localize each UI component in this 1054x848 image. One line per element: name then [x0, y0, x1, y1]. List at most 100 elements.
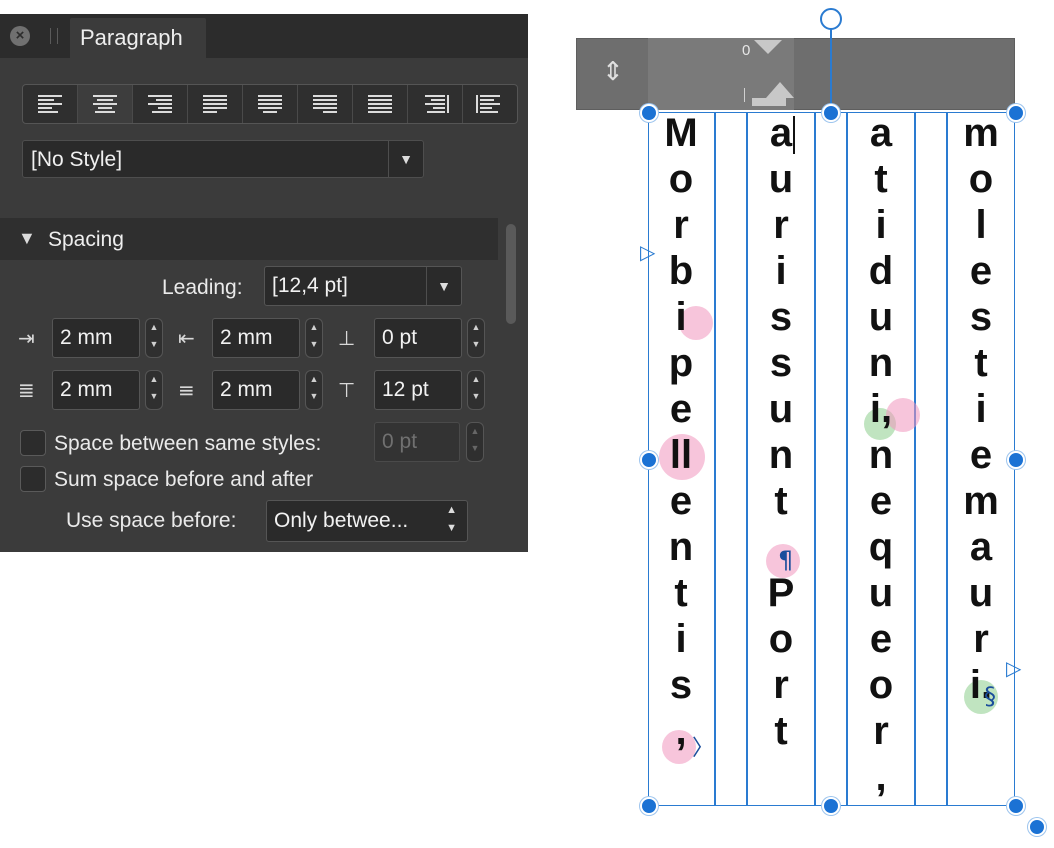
left-indent-stepper[interactable]: ▲ ▼ — [145, 318, 163, 358]
align-left-button[interactable] — [23, 85, 78, 123]
column-character: o — [768, 617, 794, 661]
column-character: d — [868, 249, 894, 293]
column-character: ll — [669, 433, 693, 477]
resize-vertical-icon[interactable]: ⇕ — [602, 56, 624, 87]
tab-paragraph[interactable]: Paragraph — [70, 18, 206, 58]
selection-handle-left[interactable] — [640, 451, 658, 469]
align-away-from-spine-icon — [476, 95, 504, 113]
panel-grip-icon[interactable] — [50, 28, 58, 44]
column-character: i, — [869, 387, 893, 431]
space-before-field[interactable]: 12 pt — [374, 370, 462, 410]
chevron-down-icon[interactable]: ▼ — [388, 141, 423, 177]
space-between-same-styles-checkbox[interactable] — [20, 430, 46, 456]
column-character: o — [968, 157, 994, 201]
column-character: q — [868, 525, 894, 569]
column-ruler[interactable] — [576, 38, 1015, 110]
align-away-from-spine-button[interactable] — [463, 85, 517, 123]
selection-handle-bottom-right[interactable] — [1007, 797, 1025, 815]
rotation-handle[interactable] — [820, 8, 842, 30]
right-indent-stepper[interactable]: ▲ ▼ — [305, 318, 323, 358]
justify-right-button[interactable] — [298, 85, 353, 123]
column-character: s — [769, 295, 793, 339]
selection-handle-top-right[interactable] — [1007, 104, 1025, 122]
left-indent-marker[interactable] — [766, 82, 794, 98]
close-icon[interactable]: × — [10, 26, 30, 46]
column-character: e — [669, 479, 693, 523]
disclosure-triangle-icon[interactable]: ▼ — [18, 228, 36, 249]
space-between-same-styles-field[interactable]: 0 pt — [374, 422, 460, 462]
space-after-stepper[interactable]: ▲ ▼ — [467, 318, 485, 358]
column-character: i — [675, 295, 687, 339]
column-character: b — [668, 249, 694, 293]
column-character: a — [769, 111, 793, 155]
first-indent-marker[interactable] — [754, 40, 782, 54]
column-character: r — [673, 203, 689, 247]
text-cursor — [793, 116, 795, 154]
space-between-same-styles-stepper[interactable]: ▲ ▼ — [466, 422, 484, 462]
justify-center-button[interactable] — [243, 85, 298, 123]
use-space-before-dropdown[interactable]: Only betwee... ▲ ▼ — [266, 500, 468, 542]
paragraph-style-dropdown[interactable]: [No Style] ▼ — [22, 140, 424, 178]
justify-left-icon — [203, 95, 227, 113]
text-column-3: a t i d u n i, n e q u e o r, — [848, 110, 914, 800]
first-line-indent-icon: ≣ — [18, 378, 35, 402]
tab-stop-marker[interactable] — [752, 98, 786, 106]
column-character: a — [869, 111, 893, 155]
sum-space-checkbox[interactable] — [20, 466, 46, 492]
section-sign-icon: § — [984, 682, 996, 710]
text-flow-in-icon[interactable]: ▷ — [640, 240, 655, 264]
selection-handle-right[interactable] — [1007, 451, 1025, 469]
left-indent-field[interactable]: 2 mm — [52, 318, 140, 358]
justify-all-button[interactable] — [353, 85, 408, 123]
column-character: n — [668, 525, 694, 569]
column-character: i — [975, 387, 987, 431]
pilcrow-icon: ¶ — [778, 546, 794, 574]
leading-dropdown[interactable]: [12,4 pt] ▼ — [264, 266, 462, 306]
column-guide — [714, 112, 716, 806]
first-line-indent-field[interactable]: 2 mm — [52, 370, 140, 410]
column-character: p — [668, 341, 694, 385]
column-character: m — [963, 111, 999, 155]
align-center-button[interactable] — [78, 85, 133, 123]
right-indent-field[interactable]: 2 mm — [212, 318, 300, 358]
column-character: r — [773, 663, 789, 707]
justify-center-icon — [258, 95, 282, 113]
ruler-tick — [744, 88, 745, 102]
paragraph-style-value: [No Style] — [31, 148, 123, 171]
spacing-section-header[interactable]: ▼ Spacing — [0, 218, 498, 260]
column-character: t — [674, 571, 688, 615]
chevron-down-icon[interactable]: ▼ — [426, 267, 461, 305]
selection-handle-bottom-left[interactable] — [640, 797, 658, 815]
column-character: m — [963, 479, 999, 523]
column-character: t — [774, 479, 788, 523]
last-line-indent-stepper[interactable]: ▲ ▼ — [305, 370, 323, 410]
column-character: a — [969, 525, 993, 569]
text-flow-out-icon[interactable]: ▷ — [1006, 656, 1021, 680]
selection-handle-top[interactable] — [822, 104, 840, 122]
column-character: o — [868, 663, 894, 707]
text-column-1: Mo r b i p e ll e n t i s, — [648, 110, 714, 754]
justify-left-button[interactable] — [188, 85, 243, 123]
column-character: o — [668, 157, 694, 201]
column-character: n — [868, 433, 894, 477]
last-line-indent-field[interactable]: 2 mm — [212, 370, 300, 410]
space-after-field[interactable]: 0 pt — [374, 318, 462, 358]
column-character: i — [675, 617, 687, 661]
right-indent-icon: ⇤ — [178, 326, 195, 350]
updown-chevron-icon: ▲ ▼ — [446, 504, 457, 534]
column-character: e — [869, 479, 893, 523]
panel-tab-bar: × Paragraph — [0, 14, 528, 58]
column-character: u — [968, 571, 994, 615]
panel-scrollbar[interactable] — [506, 224, 516, 324]
align-right-button[interactable] — [133, 85, 188, 123]
space-between-same-styles-label: Space between same styles: — [54, 432, 322, 455]
space-before-stepper[interactable]: ▲ ▼ — [467, 370, 485, 410]
column-character: i — [775, 249, 787, 293]
selection-handle-bottom[interactable] — [822, 797, 840, 815]
align-towards-spine-button[interactable] — [408, 85, 463, 123]
use-space-before-label: Use space before: — [66, 509, 237, 532]
first-line-indent-stepper[interactable]: ▲ ▼ — [145, 370, 163, 410]
align-towards-spine-icon — [421, 95, 449, 113]
selection-handle-top-left[interactable] — [640, 104, 658, 122]
frame-extend-handle[interactable] — [1028, 818, 1046, 836]
